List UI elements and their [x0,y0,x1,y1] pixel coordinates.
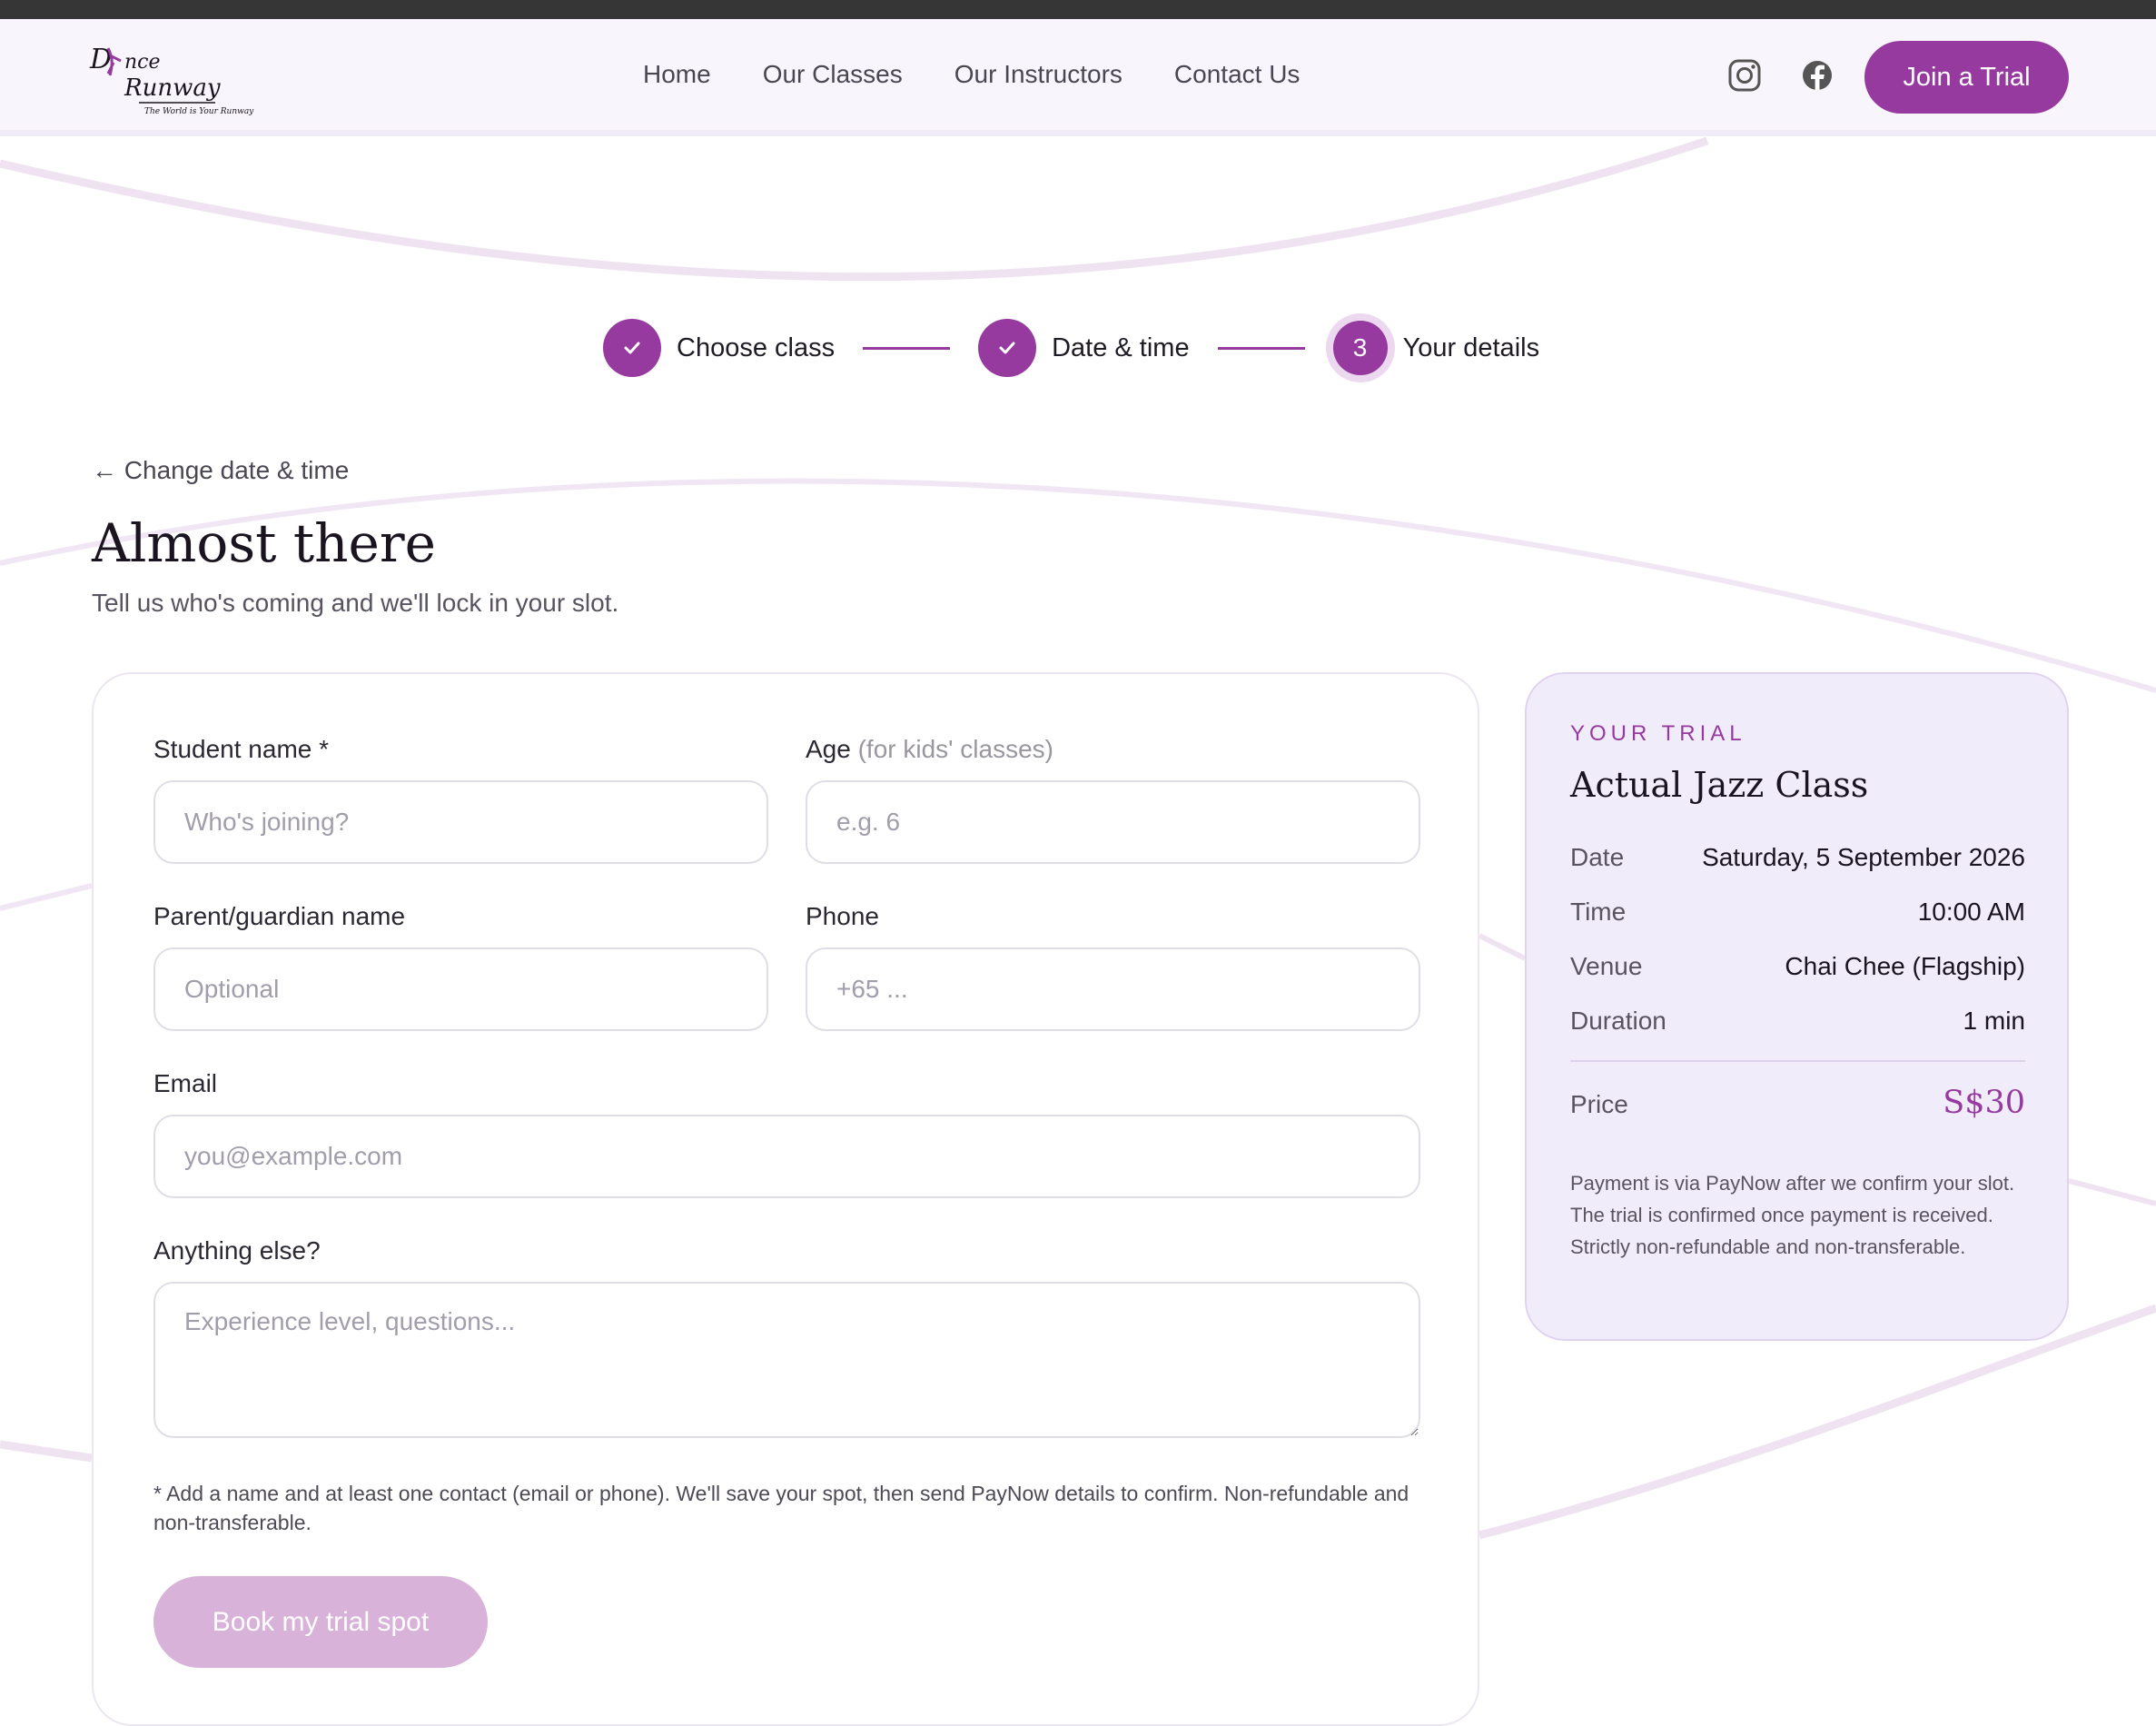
dance-runway-logo: D nce Runway The World is Your Runway [89,44,254,116]
summary-key: Date [1570,843,1625,871]
step-choose-class: Choose class [603,319,835,377]
summary-divider [1570,1060,2025,1062]
step-connector [1217,346,1305,350]
phone-input[interactable] [806,947,1420,1031]
summary-value: Chai Chee (Flagship) [1785,952,2025,980]
email-input[interactable] [153,1115,1420,1198]
summary-price-label: Price [1570,1090,1628,1118]
main-nav: Home Our Classes Our Instructors Contact… [643,60,1300,89]
student-name-input[interactable] [153,780,768,864]
svg-text:nce: nce [124,51,161,74]
join-trial-button[interactable]: Join a Trial [1864,41,2069,114]
booking-stepper: Choose class Date & time 3 Your details [603,318,1539,378]
booking-form: Student name * Age (for kids' classes) P… [92,672,1479,1726]
step-label: Date & time [1052,332,1190,362]
svg-text:The World is Your Runway: The World is Your Runway [144,107,254,116]
brand-logo[interactable]: D nce Runway The World is Your Runway [88,39,261,117]
age-label-text: Age [806,735,851,763]
payment-note: Payment is via PayNow after we confirm y… [1570,1172,2015,1258]
svg-text:Runway: Runway [124,74,221,102]
summary-row-duration: Duration 1 min [1570,1007,2025,1036]
change-date-time-link[interactable]: ← Change date & time [92,456,349,485]
summary-price-value: S$30 [1943,1085,2025,1121]
age-input[interactable] [806,780,1420,864]
summary-eyebrow: YOUR TRIAL [1570,721,1746,746]
student-name-label: Student name * [153,735,330,763]
step-label: Choose class [677,332,836,362]
nav-our-classes[interactable]: Our Classes [763,60,903,89]
site-header: D nce Runway The World is Your Runway Ho… [0,19,2156,136]
summary-value: Saturday, 5 September 2026 [1702,843,2025,871]
summary-row-venue: Venue Chai Chee (Flagship) [1570,952,2025,981]
book-trial-button[interactable]: Book my trial spot [153,1576,488,1668]
step-number: 3 [1332,321,1388,375]
page-title: Almost there [92,512,436,574]
summary-class-name: Actual Jazz Class [1570,765,1869,805]
check-icon [603,319,661,377]
notes-label: Anything else? [153,1236,321,1265]
summary-row-time: Time 10:00 AM [1570,898,2025,927]
form-footnote: * Add a name and at least one contact (e… [153,1482,1409,1534]
summary-key: Duration [1570,1007,1666,1035]
nav-our-instructors[interactable]: Our Instructors [954,60,1123,89]
notes-textarea[interactable] [153,1282,1420,1438]
phone-label: Phone [806,902,879,930]
nav-home[interactable]: Home [643,60,711,89]
summary-value: 1 min [1963,1007,2025,1035]
summary-key: Venue [1570,952,1643,980]
step-label: Your details [1402,332,1540,362]
facebook-icon[interactable] [1799,57,1835,94]
age-label-hint: (for kids' classes) [857,735,1053,763]
check-icon [978,319,1037,377]
step-date-time: Date & time [978,319,1190,377]
summary-row-price: Price S$30 [1570,1085,2025,1121]
guardian-name-input[interactable] [153,947,768,1031]
step-connector [863,346,951,350]
age-label: Age (for kids' classes) [806,735,1053,764]
summary-key: Time [1570,898,1627,926]
trial-summary-card: YOUR TRIAL Actual Jazz Class Date Saturd… [1525,672,2069,1341]
nav-contact-us[interactable]: Contact Us [1174,60,1301,89]
email-label: Email [153,1069,218,1097]
summary-value: 10:00 AM [1917,898,2025,926]
summary-row-date: Date Saturday, 5 September 2026 [1570,843,2025,872]
instagram-icon[interactable] [1726,57,1763,94]
guardian-name-label: Parent/guardian name [153,902,406,930]
step-your-details: 3 Your details [1332,321,1540,375]
page-subtitle: Tell us who's coming and we'll lock in y… [92,589,619,617]
